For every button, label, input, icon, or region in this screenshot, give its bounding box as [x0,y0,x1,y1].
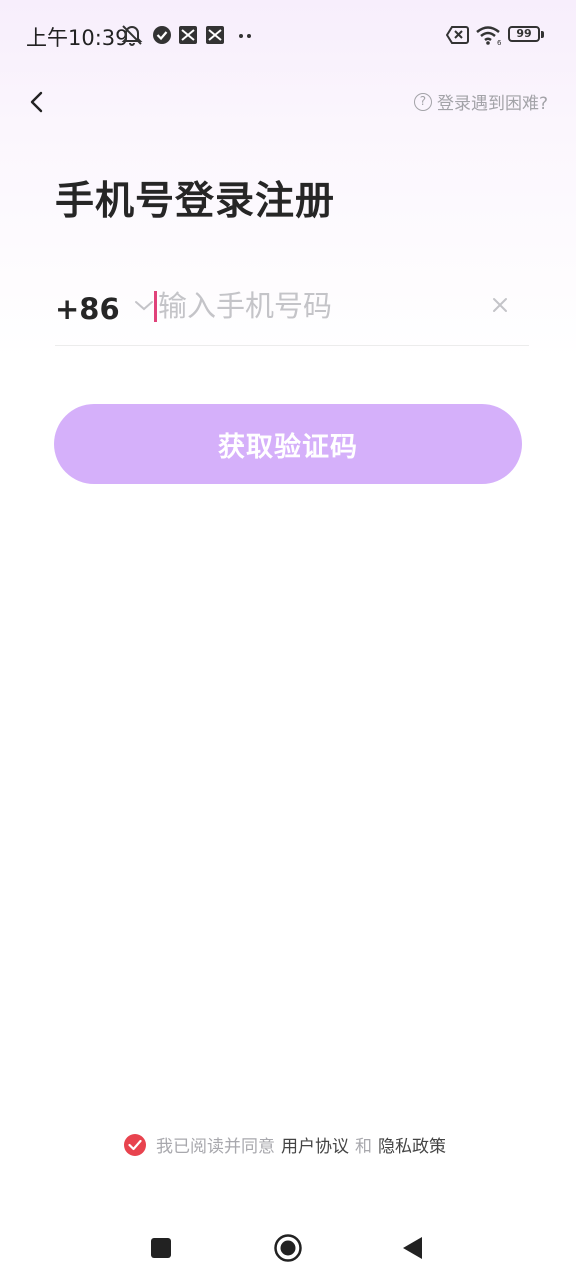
status-bar: 上午10:39 6 99 [0,0,576,72]
battery-icon: 99 [508,26,540,42]
navigation-bar [0,1210,576,1280]
battery-tip [541,31,544,38]
chevron-left-icon [30,91,43,113]
recent-apps-icon [151,1238,171,1258]
page-title: 手机号登录注册 [55,179,336,224]
country-code-selector[interactable]: +86 [55,292,154,326]
back-icon [403,1237,422,1259]
question-icon: ? [413,92,432,111]
recent-apps-button[interactable] [143,1230,179,1266]
close-icon [493,298,507,312]
user-agreement-link[interactable]: 用户协议 [281,1132,349,1157]
wifi-icon: 6 [476,26,502,46]
check-icon [128,1139,142,1150]
login-help-text: 登录遇到困难? [436,94,548,114]
app-icon [206,26,224,44]
clear-input-button[interactable] [487,292,513,318]
phone-number-input[interactable] [158,284,478,328]
country-code: +86 [55,292,120,326]
agreement-row: 我已阅读并同意 用户协议 和 隐私政策 [0,1132,576,1157]
text-cursor [154,291,157,322]
agreement-prefix: 我已阅读并同意 [156,1137,275,1157]
chevron-down-icon [134,301,153,311]
more-dots-icon [239,34,251,38]
sim-off-icon [446,26,469,44]
nav-back-button[interactable] [394,1230,430,1266]
login-help-link[interactable]: ? 登录遇到困难? [413,89,548,114]
get-verification-code-button[interactable]: 获取验证码 [54,404,522,484]
agreement-checkbox[interactable] [124,1133,146,1156]
home-button[interactable] [270,1230,306,1266]
home-icon [274,1234,302,1262]
back-button[interactable] [18,84,54,120]
status-time: 上午10:39 [26,26,129,50]
agreement-and: 和 [355,1137,372,1157]
svg-text:6: 6 [497,39,502,46]
check-circle-icon [153,26,171,44]
bell-off-icon [121,25,143,46]
phone-input-row: +86 [55,276,529,346]
app-icon [179,26,197,44]
privacy-policy-link[interactable]: 隐私政策 [378,1132,446,1157]
